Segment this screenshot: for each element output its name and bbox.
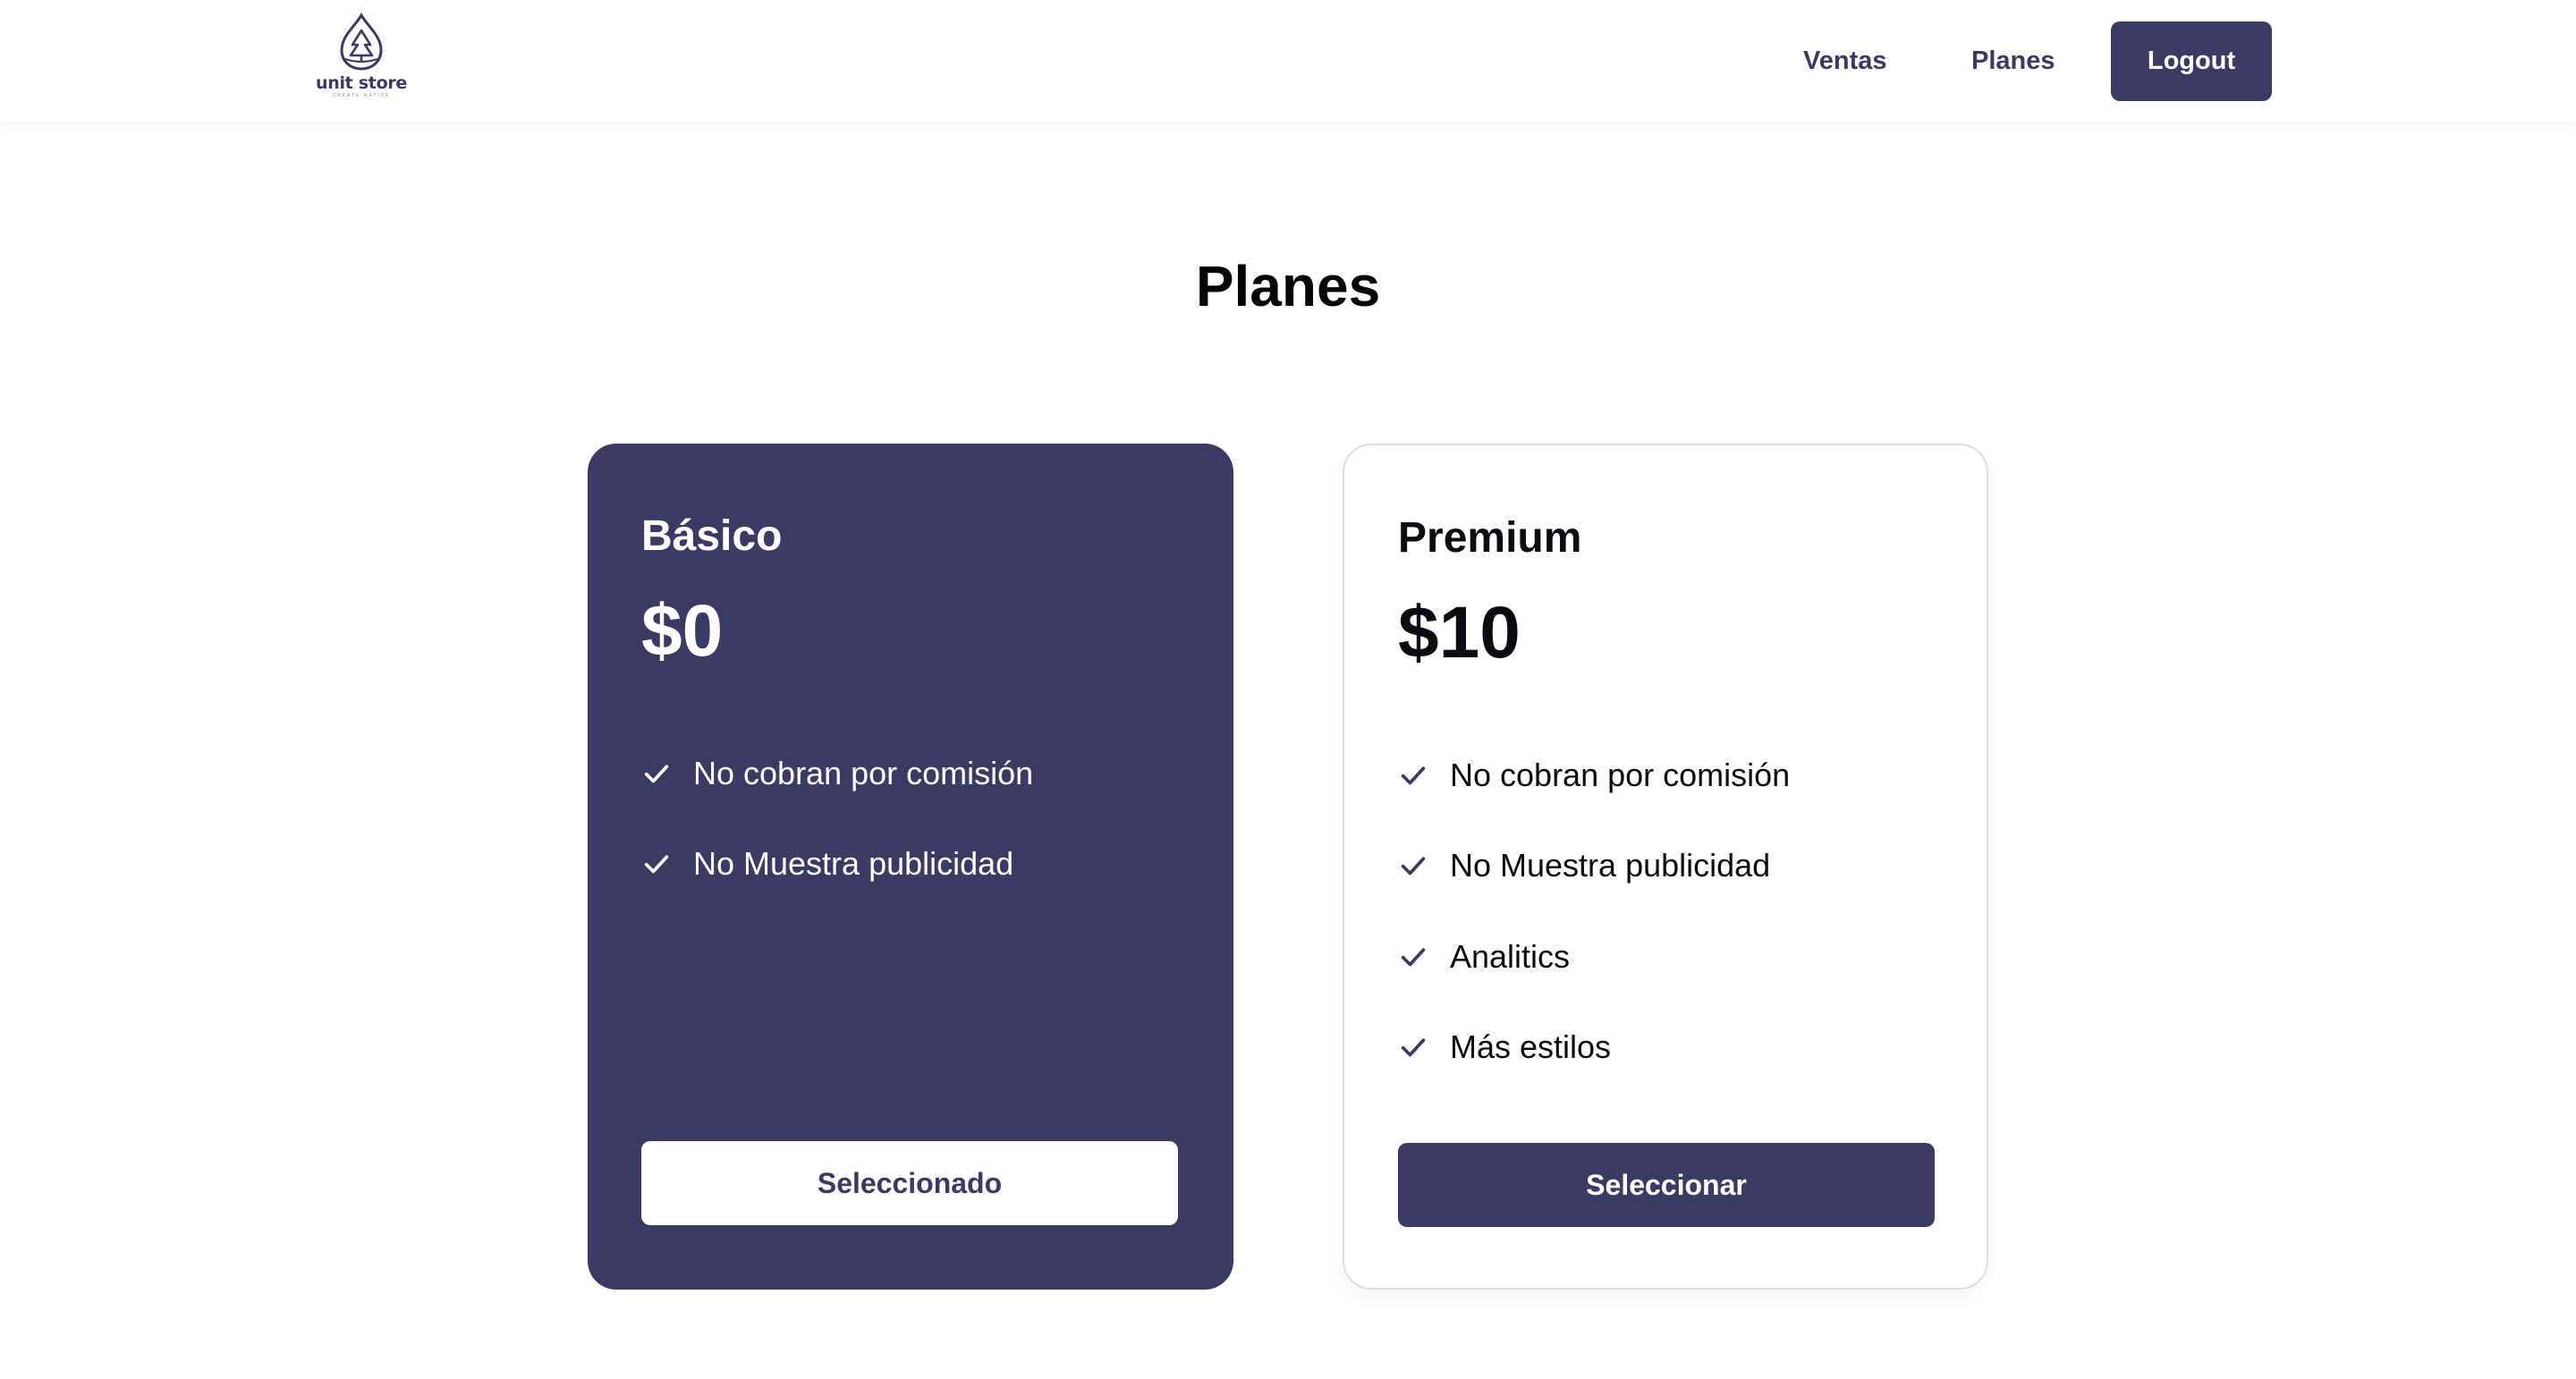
- plan-feature: Analitics: [1398, 911, 1790, 1003]
- plan-card-premium: Premium $10 No cobran por comisión No Mu…: [1343, 444, 1988, 1290]
- plan-name: Premium: [1398, 514, 1582, 562]
- plan-feature-label: No cobran por comisión: [693, 754, 1034, 791]
- check-icon: [1401, 857, 1426, 876]
- plan-price: $0: [641, 590, 724, 672]
- plan-name: Básico: [641, 512, 783, 560]
- page-title: Planes: [1195, 254, 1381, 318]
- check-icon: [1401, 766, 1426, 785]
- plan-price: $10: [1398, 592, 1521, 673]
- brand-name: unit store: [316, 73, 407, 93]
- plan-selected-button[interactable]: Seleccionado: [641, 1141, 1178, 1225]
- brand-logo[interactable]: unit store CREATE NATIVE: [315, 13, 408, 102]
- plan-feature-label: No Muestra publicidad: [693, 845, 1014, 883]
- nav-link-planes[interactable]: Planes: [1971, 43, 2055, 79]
- logout-button[interactable]: Logout: [2111, 21, 2272, 101]
- plan-feature: Más estilos: [1398, 1003, 1790, 1094]
- plan-feature: No cobran por comisión: [641, 728, 1033, 819]
- plan-feature: No Muestra publicidad: [1398, 821, 1790, 912]
- plan-card-basico: Básico $0 No cobran por comisión No Mues…: [588, 444, 1233, 1290]
- top-navbar: unit store CREATE NATIVE Ventas Planes L…: [0, 0, 2576, 122]
- plan-feature-list: No cobran por comisión No Muestra public…: [1398, 730, 1790, 1093]
- check-icon: [644, 765, 669, 783]
- plan-feature-label: Analitics: [1450, 937, 1571, 975]
- tree-drop-logo-icon: [340, 13, 383, 71]
- plan-select-button[interactable]: Seleccionar: [1398, 1143, 1935, 1227]
- check-icon: [644, 855, 669, 874]
- plan-feature-label: Más estilos: [1450, 1028, 1612, 1066]
- plan-feature-list: No cobran por comisión No Muestra public…: [641, 728, 1033, 909]
- plan-feature-label: No cobran por comisión: [1450, 756, 1791, 793]
- nav-link-ventas[interactable]: Ventas: [1803, 43, 1887, 79]
- plan-feature: No Muestra publicidad: [641, 819, 1033, 910]
- plan-feature-label: No Muestra publicidad: [1450, 847, 1771, 884]
- brand-tagline: CREATE NATIVE: [332, 93, 391, 98]
- check-icon: [1401, 948, 1426, 967]
- check-icon: [1401, 1038, 1426, 1057]
- plan-feature: No cobran por comisión: [1398, 730, 1790, 821]
